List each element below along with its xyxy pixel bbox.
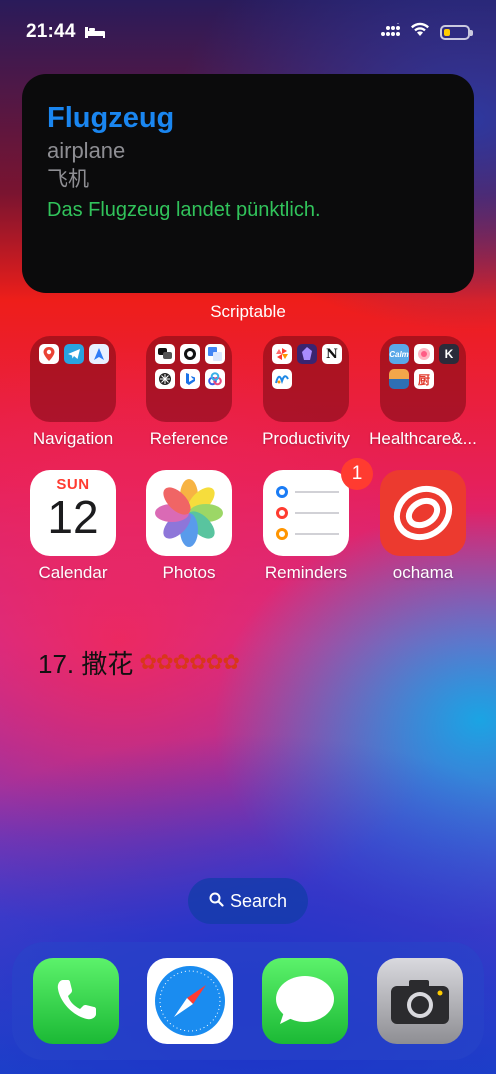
telegram-icon [64, 344, 84, 364]
text-widget-text: 17. 撒花 [38, 649, 134, 679]
text-widget[interactable]: 17. 撒花 ✿✿✿✿✿✿ [38, 644, 240, 681]
calm-icon: Calm [389, 344, 409, 364]
app-label: Navigation [32, 429, 114, 448]
widget-translation-zh: 飞机 [47, 168, 89, 191]
camera-icon[interactable] [377, 958, 463, 1044]
bing-icon [180, 369, 200, 389]
status-bar: 21:44 [26, 18, 473, 46]
kitchen-icon: 厨 [414, 369, 434, 389]
wifi-icon [410, 22, 430, 42]
pinwheel-icon [272, 344, 292, 364]
sunset-icon [389, 369, 409, 389]
clock: 21:44 [26, 21, 76, 42]
scriptable-widget[interactable]: Flugzeug airplane 飞机 Das Flugzeug landet… [22, 74, 474, 293]
messages-icon[interactable] [262, 958, 348, 1044]
app-calendar[interactable]: SUN 12 Calendar [18, 470, 128, 583]
folder-navigation[interactable]: Navigation [18, 336, 128, 449]
calendar-date: 12 [47, 491, 99, 543]
phone-icon[interactable] [33, 958, 119, 1044]
search-icon [209, 891, 224, 912]
folder-tile [146, 336, 232, 422]
widget-word: Flugzeug [47, 102, 175, 134]
app-label: ochama [392, 563, 454, 582]
google-translate-icon [205, 344, 225, 364]
calendar-day: SUN [56, 476, 90, 493]
battery-low-icon [440, 24, 473, 40]
widget-example-sentence: Das Flugzeug landet pünktlich. [47, 199, 321, 221]
ochama-icon [380, 470, 466, 556]
folder-reference[interactable]: Reference [134, 336, 244, 449]
app-label: Reference [149, 429, 229, 448]
chatgpt-icon [180, 344, 200, 364]
app-label: Productivity [262, 429, 350, 448]
app-label: Photos [162, 563, 216, 582]
cellular-icon [380, 22, 400, 42]
calendar-icon: SUN 12 [30, 470, 116, 556]
translate-icon [155, 344, 175, 364]
app-ochama[interactable]: ochama [368, 470, 478, 583]
safari-icon[interactable] [147, 958, 233, 1044]
dock [12, 942, 484, 1060]
notion-icon: N [322, 344, 342, 364]
app-label: Reminders [264, 563, 348, 582]
meditation-icon [414, 344, 434, 364]
search-button[interactable]: Search [188, 878, 308, 924]
folder-tile: Calm K 厨 [380, 336, 466, 422]
maps-icon [39, 344, 59, 364]
app-label: Healthcare&... [369, 429, 477, 448]
flower-rating-icon: ✿✿✿✿✿✿ [139, 651, 240, 674]
app-reminders[interactable]: 1 Reminders [251, 458, 373, 583]
search-label: Search [229, 890, 288, 911]
status-icons [380, 22, 473, 42]
folder-healthcare[interactable]: Calm K 厨 Healthcare&... [368, 336, 478, 449]
app-label: Calendar [38, 563, 108, 582]
reminders-icon [263, 470, 349, 556]
bed-icon [84, 25, 106, 39]
widget-translation-en: airplane [47, 138, 126, 163]
apple-maps-icon [89, 344, 109, 364]
baidu-icon [205, 369, 225, 389]
widget-label: Scriptable [210, 302, 286, 321]
notification-badge: 1 [341, 458, 373, 490]
folder-productivity[interactable]: N Productivity [251, 336, 361, 449]
dictionary-icon [155, 369, 175, 389]
folder-tile [30, 336, 116, 422]
freeform-icon [272, 369, 292, 389]
app-photos[interactable]: Photos [134, 470, 244, 583]
status-time-group: 21:44 [26, 21, 106, 43]
photos-icon [146, 470, 232, 556]
obsidian-icon [297, 344, 317, 364]
folder-tile: N [263, 336, 349, 422]
keep-icon: K [439, 344, 459, 364]
